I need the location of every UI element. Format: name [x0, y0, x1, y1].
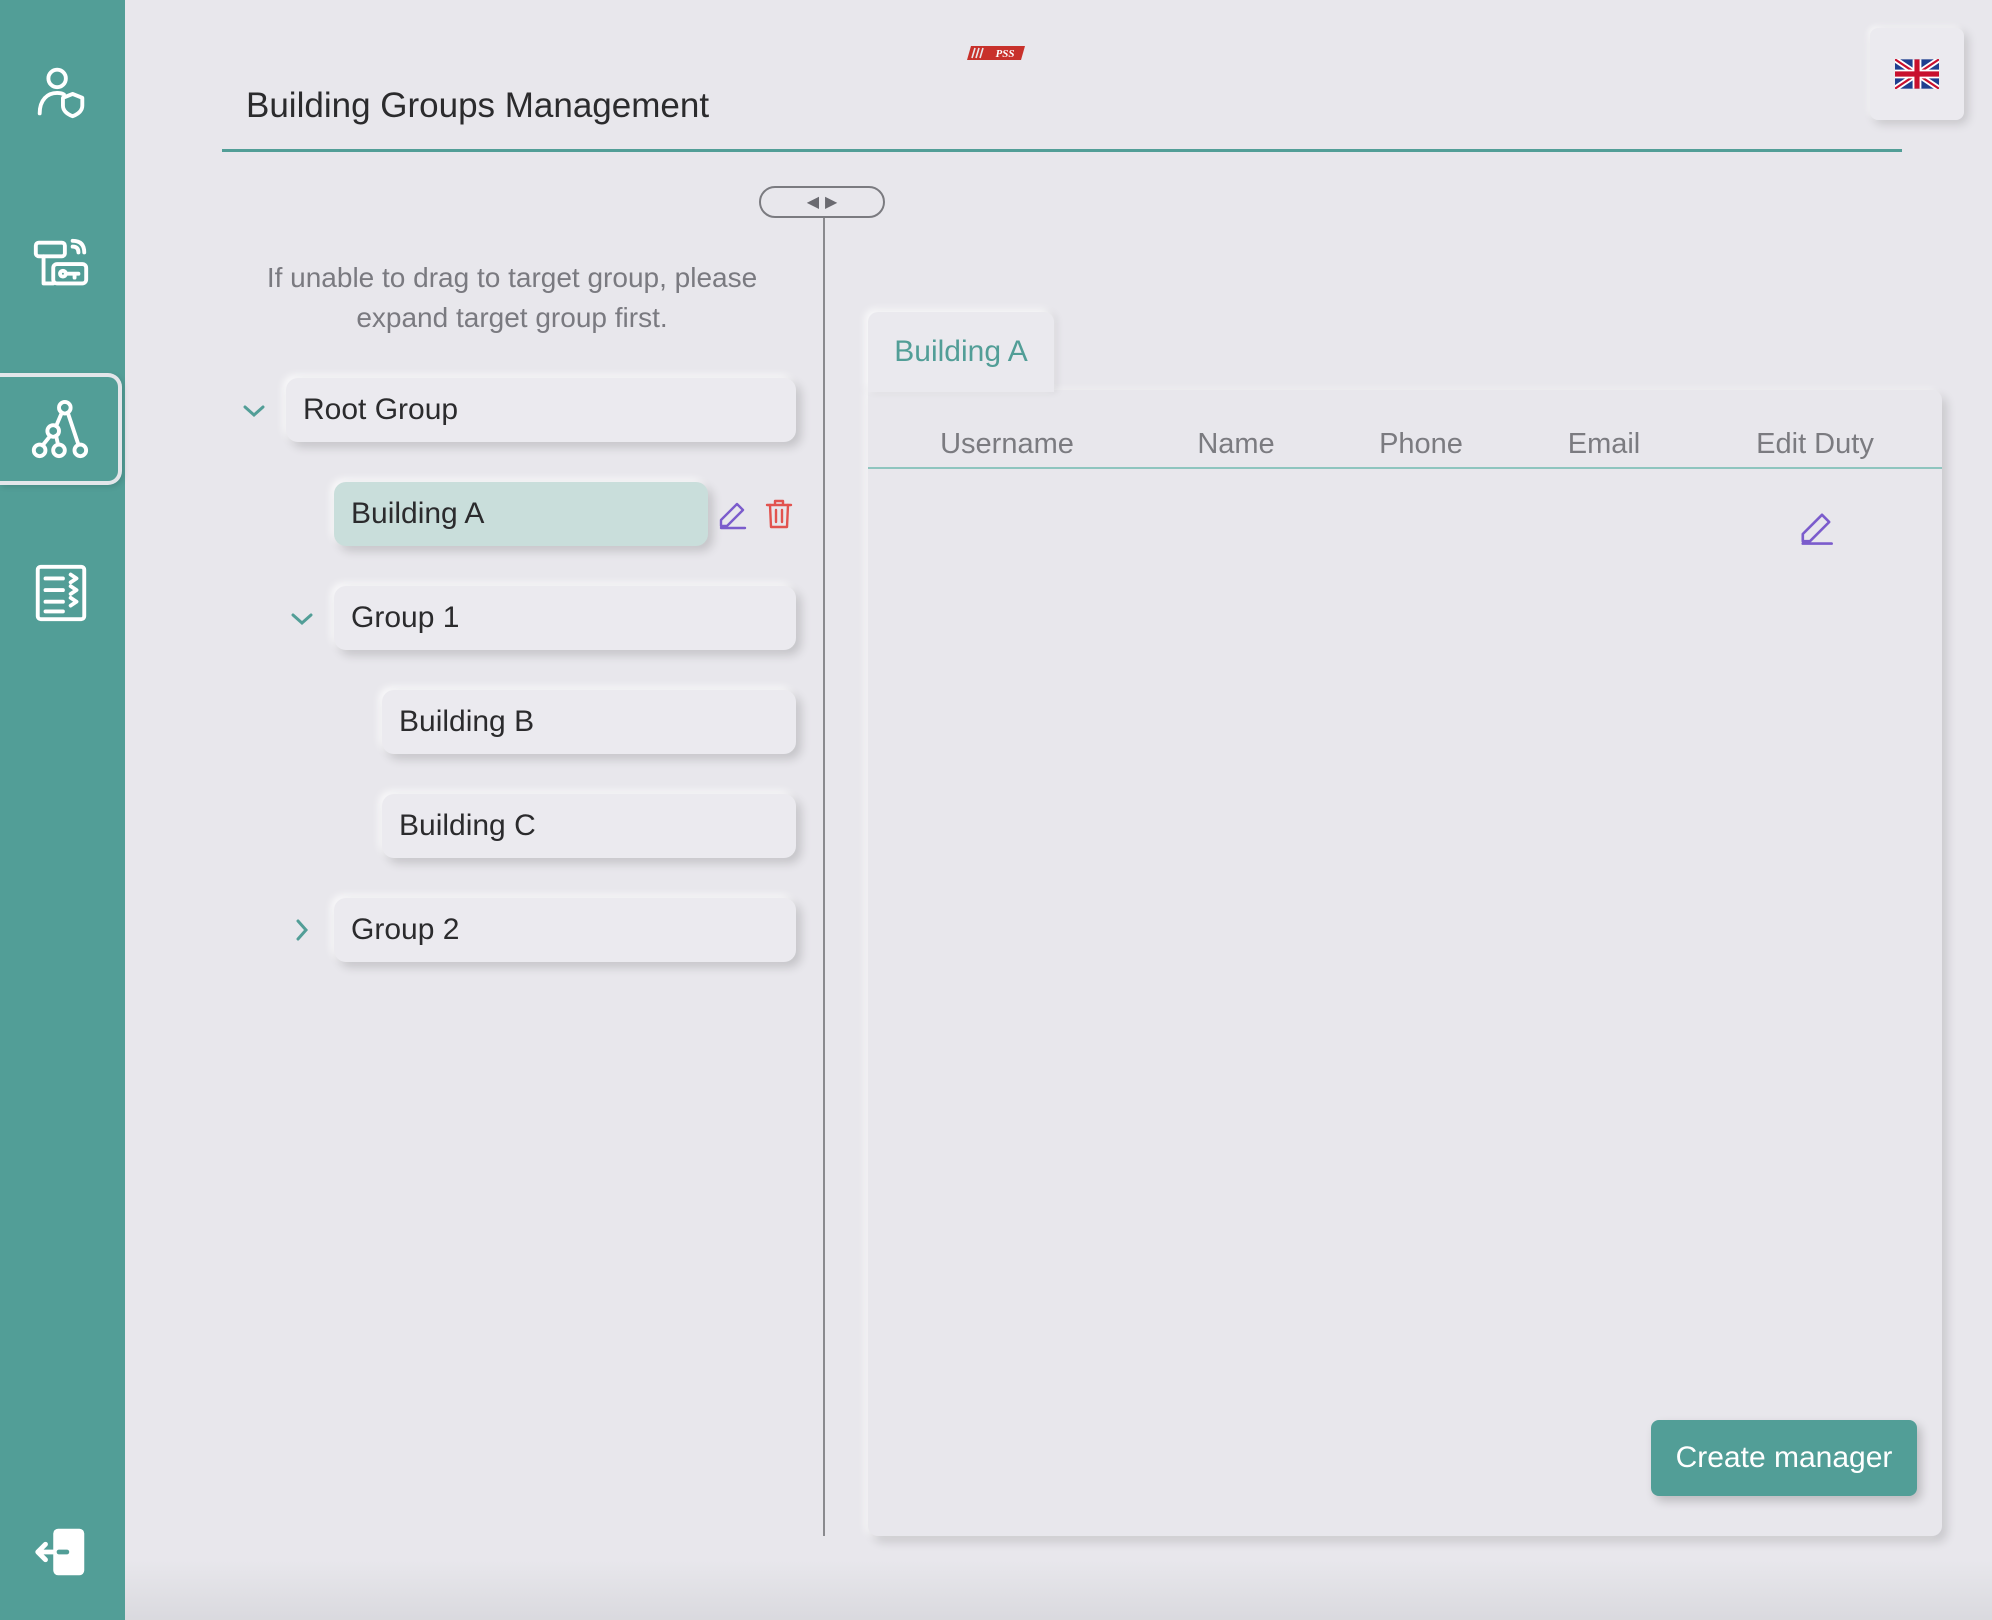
tree-node-building-b[interactable]: Building B	[382, 690, 796, 754]
logout-button[interactable]	[0, 1496, 122, 1608]
expand-right-icon: ▶	[825, 194, 838, 211]
tree-node-root-group[interactable]: Root Group	[286, 378, 796, 442]
logout-icon	[35, 1528, 85, 1576]
column-header-email[interactable]: Email	[1544, 428, 1664, 461]
hierarchy-icon	[31, 399, 89, 459]
nav-access[interactable]	[0, 208, 122, 320]
edit-icon	[1801, 513, 1833, 545]
chevron-down-icon	[243, 405, 265, 418]
tree-node-group-1[interactable]: Group 1	[334, 586, 796, 650]
tree-node-building-a[interactable]: Building A	[334, 482, 708, 546]
tree-node-label: Building A	[351, 497, 485, 530]
page-title: Building Groups Management	[246, 86, 710, 125]
splitter-handle[interactable]: ◀ ▶	[759, 186, 885, 218]
collapse-group-1-toggle[interactable]	[287, 604, 317, 634]
access-control-icon	[33, 238, 89, 286]
delete-node-button[interactable]	[762, 497, 796, 531]
tree-node-label: Root Group	[303, 393, 459, 426]
splitter-line[interactable]	[823, 218, 825, 1536]
bottom-shade	[125, 1560, 1992, 1620]
collapse-root-toggle[interactable]	[239, 396, 269, 426]
sidebar	[0, 0, 125, 1620]
tree-node-label: Building C	[399, 809, 536, 842]
column-header-name[interactable]: Name	[1166, 428, 1306, 461]
tree-node-building-c[interactable]: Building C	[382, 794, 796, 858]
language-button[interactable]	[1870, 28, 1964, 120]
svg-text:PSS: PSS	[996, 48, 1015, 60]
expand-group-2-toggle[interactable]	[287, 915, 317, 945]
user-shield-icon	[37, 67, 85, 119]
title-divider	[222, 149, 1902, 152]
edit-duty-button[interactable]	[1796, 508, 1836, 548]
tab-building-a[interactable]: Building A	[868, 312, 1054, 392]
column-header-username[interactable]: Username	[912, 428, 1102, 461]
tree-node-label: Building B	[399, 705, 535, 738]
uk-flag-icon	[1895, 59, 1939, 89]
edit-node-button[interactable]	[715, 498, 749, 532]
managers-panel	[868, 390, 1942, 1536]
nav-groups[interactable]	[0, 373, 122, 485]
tree-node-group-2[interactable]: Group 2	[334, 898, 796, 962]
chevron-down-icon	[291, 613, 313, 626]
delete-icon	[765, 499, 793, 529]
collapse-left-icon: ◀	[806, 194, 819, 211]
chevron-right-icon	[296, 919, 309, 941]
tree-node-label: Group 2	[351, 913, 460, 946]
tree-node-label: Group 1	[351, 601, 460, 634]
column-header-phone[interactable]: Phone	[1356, 428, 1486, 461]
create-manager-button[interactable]: Create manager	[1651, 1420, 1917, 1496]
column-header-edit-duty[interactable]: Edit Duty	[1730, 428, 1900, 461]
table-header-divider	[868, 467, 1942, 469]
nav-logs[interactable]	[0, 536, 122, 648]
drag-hint: If unable to drag to target group, pleas…	[266, 262, 758, 333]
log-list-icon	[35, 564, 87, 622]
edit-icon	[719, 502, 747, 530]
pss-logo: PSS	[965, 44, 1027, 62]
nav-users[interactable]	[0, 36, 122, 148]
